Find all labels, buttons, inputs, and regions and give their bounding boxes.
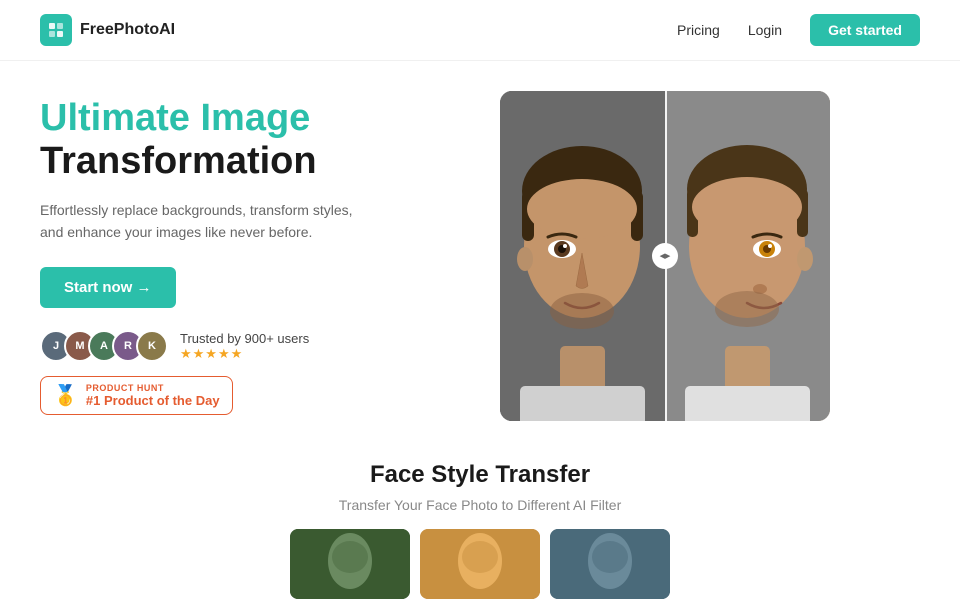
- hero-title-dark: Transformation: [40, 140, 460, 184]
- hero-title-highlight: Ultimate Image: [40, 97, 460, 141]
- ph-label: PRODUCT HUNT: [86, 383, 220, 393]
- nav-links: Pricing Login Get started: [677, 14, 920, 46]
- get-started-button[interactable]: Get started: [810, 14, 920, 46]
- nav-pricing[interactable]: Pricing: [677, 22, 720, 38]
- avatar-group: J M A R K: [40, 330, 168, 362]
- image-right: [665, 91, 830, 421]
- hero-title: Ultimate Image Transformation: [40, 97, 460, 184]
- split-handle[interactable]: [652, 243, 678, 269]
- trust-section: J M A R K Trusted by 900+ users ★★★★★: [40, 330, 460, 362]
- ph-value: #1 Product of the Day: [86, 393, 220, 408]
- image-left: [500, 91, 665, 421]
- logo[interactable]: FreePhotoAI: [40, 14, 175, 46]
- hero-image: [500, 91, 830, 421]
- trusted-by-text: Trusted by 900+ users: [180, 331, 309, 346]
- medal-icon: 🥇: [53, 383, 78, 408]
- feature-title: Face Style Transfer: [40, 461, 920, 489]
- product-hunt-badge: 🥇 PRODUCT HUNT #1 Product of the Day: [40, 376, 233, 415]
- navbar: FreePhotoAI Pricing Login Get started: [0, 0, 960, 61]
- start-now-button[interactable]: Start now →: [40, 267, 176, 308]
- star-rating: ★★★★★: [180, 346, 309, 362]
- hero-section: Ultimate Image Transformation Effortless…: [0, 61, 960, 441]
- brand-name: FreePhotoAI: [80, 21, 175, 39]
- logo-icon: [40, 14, 72, 46]
- trust-info: Trusted by 900+ users ★★★★★: [180, 331, 309, 362]
- hero-left: Ultimate Image Transformation Effortless…: [40, 97, 460, 416]
- hero-subtitle: Effortlessly replace backgrounds, transf…: [40, 200, 360, 243]
- split-image: [500, 91, 830, 421]
- feature-subtitle: Transfer Your Face Photo to Different AI…: [40, 497, 920, 513]
- nav-login[interactable]: Login: [748, 22, 782, 38]
- bottom-section: Face Style Transfer Transfer Your Face P…: [0, 441, 960, 609]
- ph-text: PRODUCT HUNT #1 Product of the Day: [86, 383, 220, 408]
- avatar: K: [136, 330, 168, 362]
